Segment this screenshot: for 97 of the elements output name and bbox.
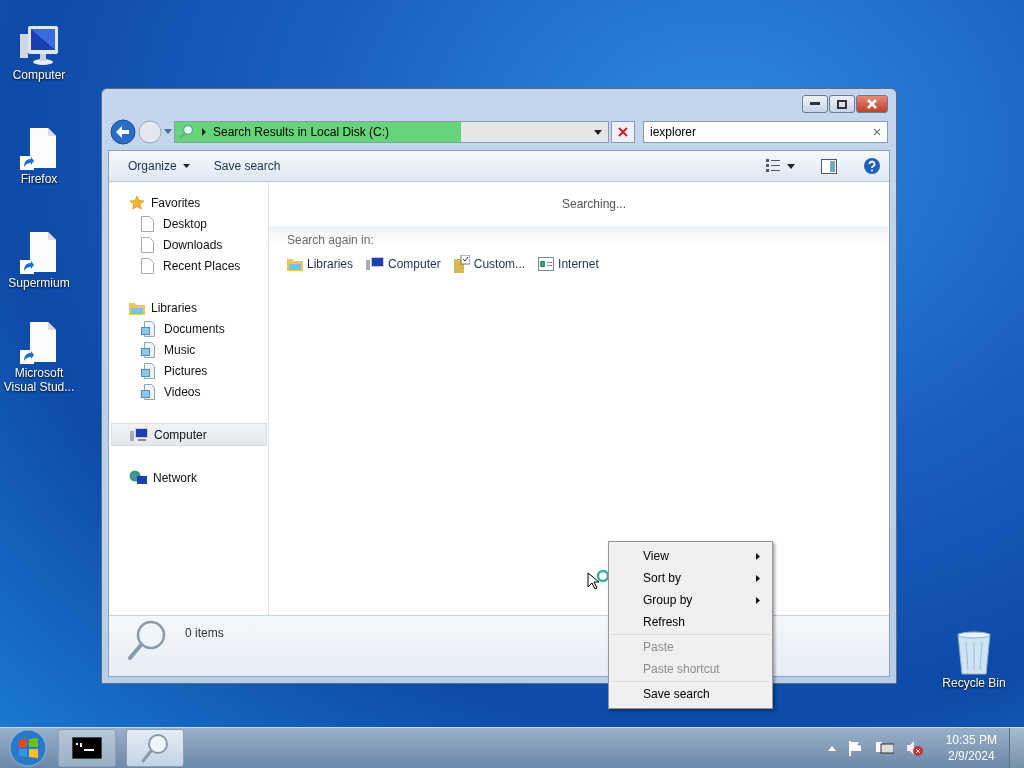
maximize-button[interactable] — [829, 95, 855, 113]
caret-icon — [182, 164, 190, 168]
view-caret-icon[interactable] — [787, 163, 795, 169]
maximize-icon — [837, 99, 847, 109]
submenu-arrow-icon — [756, 596, 760, 604]
close-icon — [866, 99, 878, 109]
browser-window-icon — [538, 257, 555, 271]
stop-icon — [617, 126, 629, 138]
submenu-arrow-icon — [756, 552, 760, 560]
stop-button[interactable] — [611, 121, 635, 143]
show-hidden-icons-caret[interactable] — [827, 745, 836, 751]
nav-item[interactable]: Downloads — [110, 234, 268, 255]
location-label: Custom... — [473, 257, 526, 271]
minimize-button[interactable] — [802, 95, 828, 113]
context-menu-item[interactable]: Sort by — [611, 567, 770, 589]
item-count: 0 items — [185, 626, 224, 640]
dropdown-caret-icon[interactable] — [594, 129, 602, 135]
flag-icon[interactable] — [847, 740, 864, 756]
page-icon — [141, 257, 154, 274]
desktop-icon-label[interactable]: Firefox — [1, 172, 77, 186]
search-field[interactable]: iexplorer — [643, 121, 888, 143]
muted-speaker-icon[interactable] — [905, 740, 924, 756]
submenu-arrow-icon — [756, 574, 760, 582]
nav-label: Videos — [164, 384, 201, 399]
nav-label: Network — [153, 470, 197, 485]
start-button[interactable] — [8, 728, 48, 768]
library-document-icon — [141, 320, 155, 337]
nav-label: Desktop — [163, 216, 208, 231]
computer-icon — [366, 256, 385, 272]
address-text: Search Results in Local Disk (C:) — [213, 125, 390, 139]
library-document-icon — [141, 383, 155, 400]
star-icon — [129, 194, 145, 211]
context-menu-item[interactable]: View — [611, 545, 770, 567]
nav-label: Downloads — [163, 237, 223, 252]
nav-item[interactable]: Libraries — [110, 297, 268, 318]
folder-check-icon — [453, 255, 470, 273]
nav-label: Documents — [164, 321, 225, 336]
nav-label: Libraries — [151, 300, 198, 315]
nav-label: Music — [164, 342, 196, 357]
page-icon — [141, 236, 154, 253]
console-icon — [72, 737, 102, 759]
search-icon — [179, 124, 195, 140]
library-icon — [287, 257, 303, 271]
nav-item[interactable]: Videos — [110, 381, 268, 402]
context-menu-item[interactable]: Group by — [611, 589, 770, 611]
location-label: Computer — [388, 257, 441, 271]
minimize-icon — [810, 102, 820, 106]
search-location-link[interactable]: Custom... — [453, 255, 526, 273]
nav-label: Favorites — [151, 195, 201, 210]
nav-item[interactable]: Music — [110, 339, 268, 360]
nav-item[interactable]: Desktop — [110, 213, 268, 234]
breadcrumb-arrow-icon[interactable] — [201, 128, 207, 136]
help-icon[interactable] — [863, 157, 881, 175]
nav-label: Pictures — [164, 363, 208, 378]
library-document-icon — [141, 341, 155, 358]
recycle-bin-icon[interactable] — [954, 630, 994, 676]
context-menu-item[interactable]: Save search — [611, 683, 770, 705]
magnifier-icon — [140, 732, 170, 764]
nav-item[interactable]: Pictures — [110, 360, 268, 381]
desktop-icon-label[interactable]: Supermium — [1, 276, 77, 290]
clock-time: 10:35 PM — [945, 732, 997, 748]
taskbar-button[interactable] — [58, 729, 116, 767]
network-icon — [129, 469, 147, 486]
location-label: Libraries — [307, 257, 354, 271]
nav-item[interactable]: Favorites — [110, 192, 268, 213]
context-menu-item[interactable]: Refresh — [611, 611, 770, 633]
search-location-link[interactable]: Libraries — [287, 255, 354, 273]
preview-pane-icon[interactable] — [821, 158, 837, 174]
nav-item[interactable]: Network — [110, 467, 268, 488]
searching-text: Searching... — [560, 196, 627, 213]
clock-date: 2/9/2024 — [947, 748, 995, 764]
library-document-icon — [141, 362, 155, 379]
nav-item[interactable]: Computer — [111, 423, 267, 446]
address-bar[interactable]: Search Results in Local Disk (C:) — [174, 121, 609, 143]
toolbar-button[interactable]: Save search — [204, 155, 290, 177]
nav-item[interactable]: Recent Places — [110, 255, 268, 276]
toolbar-button[interactable]: Organize — [119, 155, 199, 177]
library-icon — [129, 300, 145, 315]
desktop-icon-label[interactable]: Computer — [1, 68, 77, 82]
computer-icon — [130, 426, 148, 443]
clear-icon[interactable] — [873, 128, 881, 136]
page-icon — [141, 215, 154, 232]
history-caret-icon[interactable] — [164, 129, 172, 135]
desktop-icon-label[interactable]: Microsoft Visual Stud... — [1, 366, 77, 394]
nav-label: Recent Places — [163, 258, 241, 273]
location-label: Internet — [558, 257, 599, 271]
network-icon[interactable] — [875, 740, 894, 756]
search-location-link[interactable]: Computer — [366, 255, 441, 273]
search-again-label: Search again in: — [287, 233, 374, 247]
nav-label: Computer — [154, 427, 207, 442]
desktop-icon-label[interactable]: Recycle Bin — [936, 676, 1012, 690]
back-icon[interactable] — [110, 119, 136, 145]
nav-item[interactable]: Documents — [110, 318, 268, 339]
show-desktop-button[interactable] — [1009, 728, 1024, 768]
close-button[interactable] — [856, 95, 888, 113]
view-options-icon[interactable] — [765, 158, 781, 174]
search-location-link[interactable]: Internet — [538, 255, 599, 273]
